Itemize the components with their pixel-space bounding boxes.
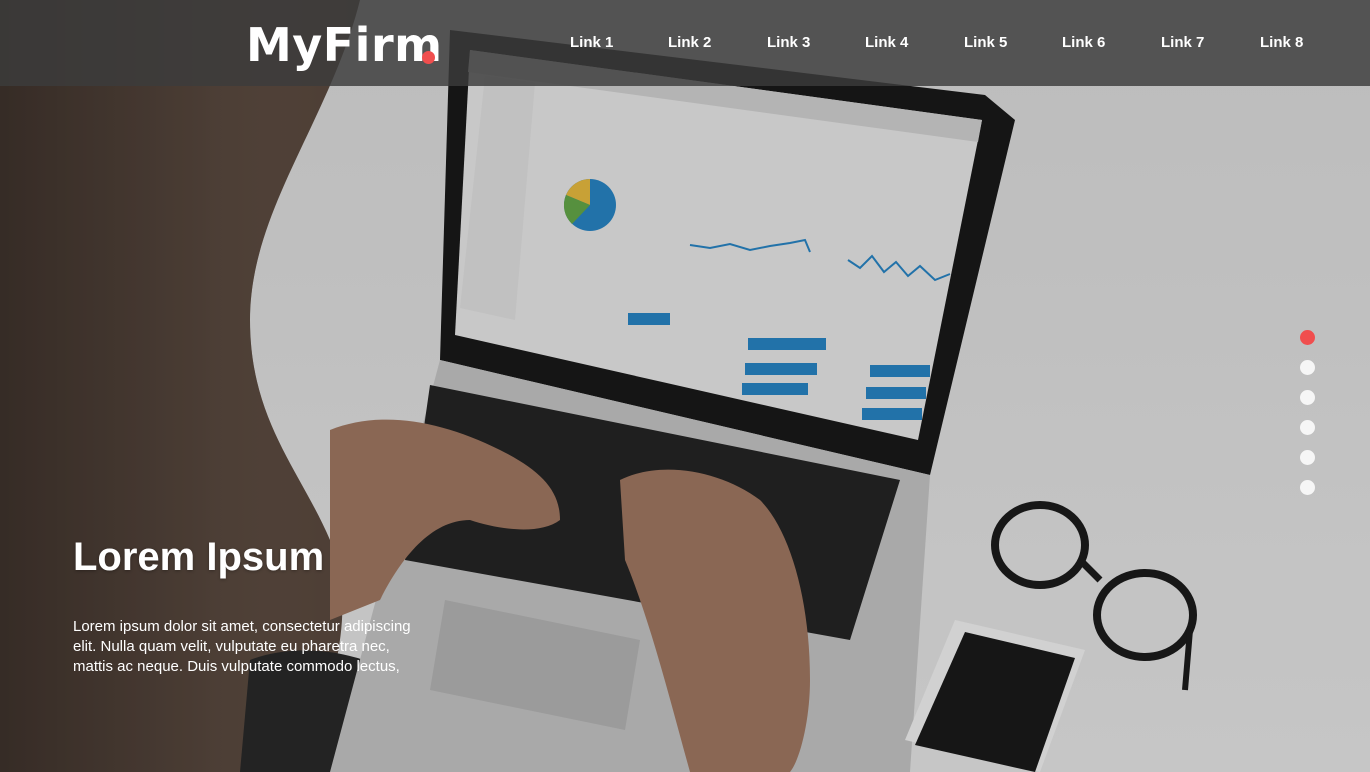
nav-link-6[interactable]: Link 6 [1062, 34, 1105, 51]
slide-dot-1[interactable] [1300, 330, 1315, 345]
slide-dot-2[interactable] [1300, 360, 1315, 375]
main-nav: Link 1 Link 2 Link 3 Link 4 Link 5 Link … [0, 34, 1370, 56]
nav-link-2[interactable]: Link 2 [668, 34, 711, 51]
nav-link-5[interactable]: Link 5 [964, 34, 1007, 51]
slide-dot-6[interactable] [1300, 480, 1315, 495]
slide-dot-5[interactable] [1300, 450, 1315, 465]
nav-link-4[interactable]: Link 4 [865, 34, 908, 51]
nav-link-7[interactable]: Link 7 [1161, 34, 1204, 51]
nav-link-8[interactable]: Link 8 [1260, 34, 1303, 51]
slide-dot-3[interactable] [1300, 390, 1315, 405]
nav-link-1[interactable]: Link 1 [570, 34, 613, 51]
nav-link-3[interactable]: Link 3 [767, 34, 810, 51]
hero-body-text: Lorem ipsum dolor sit amet, consectetur … [73, 618, 411, 675]
slide-dot-4[interactable] [1300, 420, 1315, 435]
hero-title: Lorem Ipsum [73, 535, 325, 579]
site-header: MyFirm Link 1 Link 2 Link 3 Link 4 Link … [0, 0, 1370, 86]
